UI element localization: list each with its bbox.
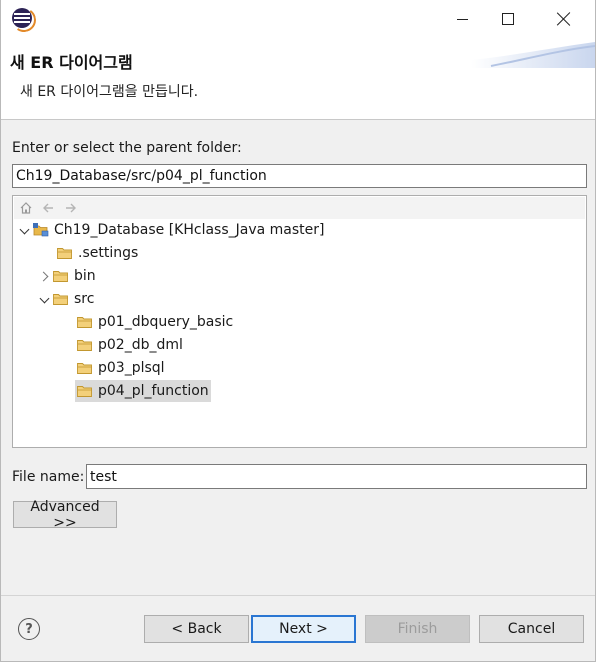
eclipse-app-icon — [12, 8, 32, 28]
folder-icon — [77, 340, 92, 351]
tree-item-settings[interactable]: .settings — [56, 242, 138, 264]
close-icon — [557, 12, 571, 26]
project-folder-icon — [33, 223, 49, 237]
header-banner-graphic — [471, 42, 595, 68]
tree-toolbar — [14, 197, 585, 219]
tree-item-label: .settings — [78, 245, 139, 261]
tree-item-src[interactable]: src — [38, 288, 94, 310]
maximize-icon — [502, 13, 514, 25]
minimize-button[interactable] — [439, 0, 485, 38]
minimize-icon — [456, 18, 468, 20]
tree-item-label: bin — [74, 268, 96, 284]
button-bar-divider — [1, 595, 595, 596]
tree-item-label: p04_pl_function — [98, 383, 209, 399]
finish-button[interactable]: Finish — [365, 615, 470, 643]
chevron-down-icon[interactable] — [18, 223, 32, 237]
folder-tree[interactable]: Ch19_Database [KHclass_Java master] .set… — [12, 195, 587, 448]
home-icon[interactable] — [19, 201, 33, 215]
tree-item-package[interactable]: p01_dbquery_basic — [76, 311, 233, 333]
parent-folder-input[interactable] — [12, 164, 587, 188]
back-button[interactable]: < Back — [144, 615, 249, 643]
file-name-input[interactable] — [86, 464, 587, 489]
wizard-description: 새 ER 다이어그램을 만듭니다. — [20, 84, 199, 100]
close-button[interactable] — [541, 0, 587, 38]
next-button[interactable]: Next > — [251, 615, 356, 643]
maximize-button[interactable] — [485, 0, 531, 38]
tree-item-project[interactable]: Ch19_Database [KHclass_Java master] — [18, 219, 325, 241]
folder-icon — [77, 317, 92, 328]
folder-icon — [77, 363, 92, 374]
help-icon[interactable]: ? — [18, 618, 40, 640]
new-er-diagram-dialog: 새 ER 다이어그램 새 ER 다이어그램을 만듭니다. Enter or se… — [0, 0, 596, 662]
tree-item-label: Ch19_Database [KHclass_Java master] — [54, 222, 325, 238]
tree-item-label: p01_dbquery_basic — [98, 314, 234, 330]
tree-item-label: p03_plsql — [98, 360, 165, 376]
wizard-header: 새 ER 다이어그램 새 ER 다이어그램을 만듭니다. — [1, 38, 595, 120]
title-bar — [1, 0, 595, 38]
tree-item-label: src — [74, 291, 95, 307]
tree-item-package-selected[interactable]: p04_pl_function — [75, 380, 211, 402]
tree-item-label: p02_db_dml — [98, 337, 183, 353]
cancel-button[interactable]: Cancel — [479, 615, 584, 643]
wizard-title: 새 ER 다이어그램 — [10, 53, 133, 72]
folder-icon — [53, 294, 68, 305]
forward-arrow-icon[interactable] — [64, 201, 78, 215]
tree-item-package[interactable]: p03_plsql — [76, 357, 165, 379]
parent-folder-label: Enter or select the parent folder: — [12, 140, 242, 156]
folder-icon — [57, 248, 72, 259]
folder-icon — [53, 271, 68, 282]
tree-item-bin[interactable]: bin — [38, 265, 96, 287]
chevron-right-icon[interactable] — [38, 269, 52, 283]
back-arrow-icon[interactable] — [41, 201, 55, 215]
chevron-down-icon[interactable] — [38, 292, 52, 306]
advanced-button[interactable]: Advanced >> — [13, 499, 117, 531]
tree-item-package[interactable]: p02_db_dml — [76, 334, 183, 356]
folder-icon — [77, 386, 92, 397]
file-name-label: File name: — [12, 469, 85, 485]
